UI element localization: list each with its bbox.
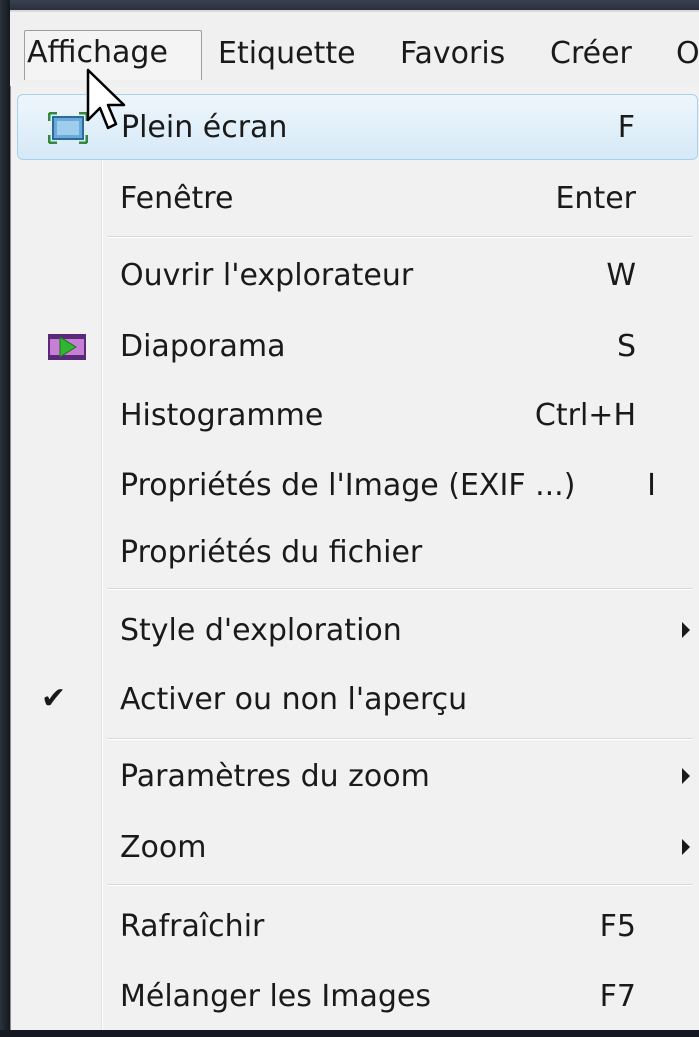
submenu-arrow-icon: [682, 768, 690, 784]
menu-item-activer-apercu[interactable]: ✔ Activer ou non l'aperçu: [17, 667, 698, 733]
window-frame-bottom: [0, 1030, 699, 1037]
menu-item-label: Mélanger les Images: [120, 979, 431, 1014]
menu-item-label: Histogramme: [120, 398, 324, 433]
menu-item-diaporama[interactable]: Diaporama S: [17, 314, 698, 380]
menu-item-ouvrir-explorateur[interactable]: Ouvrir l'explorateur W: [17, 243, 698, 309]
menu-item-shortcut: F: [617, 110, 635, 145]
affichage-dropdown: Plein écran F Fenêtre Enter Ouvrir l'exp…: [10, 86, 699, 1030]
menu-item-zoom[interactable]: Zoom: [17, 815, 698, 881]
menu-item-proprietes-image[interactable]: Propriétés de l'Image (EXIF ...) I: [17, 453, 698, 519]
menu-item-parametres-zoom[interactable]: Paramètres du zoom: [17, 744, 698, 810]
menu-item-label: Zoom: [120, 830, 207, 865]
menu-item-label: Ouvrir l'explorateur: [120, 258, 414, 293]
checkmark-icon: ✔: [41, 681, 67, 716]
fullscreen-icon: [48, 112, 88, 144]
menu-item-label: Fenêtre: [120, 181, 234, 216]
window-frame-left: [0, 0, 10, 1037]
menu-affichage-label: Affichage: [27, 35, 168, 70]
menu-item-label: Style d'exploration: [120, 613, 402, 648]
menu-item-histogramme[interactable]: Histogramme Ctrl+H: [17, 383, 698, 449]
menu-separator: [107, 236, 693, 238]
menu-o[interactable]: O: [676, 32, 699, 76]
submenu-arrow-icon: [682, 839, 690, 855]
menu-item-label: Propriétés de l'Image (EXIF ...): [120, 468, 576, 503]
menu-item-shortcut: I: [647, 468, 656, 503]
slideshow-icon: [48, 334, 86, 360]
menu-item-style-exploration[interactable]: Style d'exploration: [17, 598, 698, 664]
menu-favoris[interactable]: Favoris: [400, 32, 505, 76]
menu-item-proprietes-fichier[interactable]: Propriétés du fichier: [17, 520, 698, 586]
submenu-arrow-icon: [682, 622, 690, 638]
menu-o-label: O: [676, 36, 699, 71]
menu-etiquette-label: Etiquette: [218, 36, 356, 71]
menu-item-label: Activer ou non l'aperçu: [120, 682, 468, 717]
menu-item-shortcut: F7: [599, 979, 636, 1014]
menu-separator: [107, 884, 693, 886]
menu-item-label: Plein écran: [121, 110, 288, 145]
menu-separator: [107, 738, 693, 740]
menu-etiquette[interactable]: Etiquette: [218, 32, 356, 76]
menu-item-shortcut: Enter: [555, 181, 636, 216]
menu-item-fenetre[interactable]: Fenêtre Enter: [17, 166, 698, 232]
menu-item-shortcut: F5: [599, 909, 636, 944]
menu-separator: [107, 588, 693, 590]
menu-creer[interactable]: Créer: [550, 32, 632, 76]
menu-item-label: Propriétés du fichier: [120, 535, 423, 570]
menu-item-label: Paramètres du zoom: [120, 759, 430, 794]
menu-item-rafraichir[interactable]: Rafraîchir F5: [17, 894, 698, 960]
mouse-cursor-icon: [86, 68, 126, 130]
menu-item-melanger-images[interactable]: Mélanger les Images F7: [17, 964, 698, 1030]
menu-item-shortcut: Ctrl+H: [534, 398, 636, 433]
menu-item-shortcut: W: [606, 258, 636, 293]
menu-item-shortcut: S: [616, 329, 636, 364]
menu-item-label: Diaporama: [120, 329, 286, 364]
menu-item-label: Rafraîchir: [120, 909, 265, 944]
menu-favoris-label: Favoris: [400, 36, 506, 71]
menu-creer-label: Créer: [550, 36, 632, 71]
